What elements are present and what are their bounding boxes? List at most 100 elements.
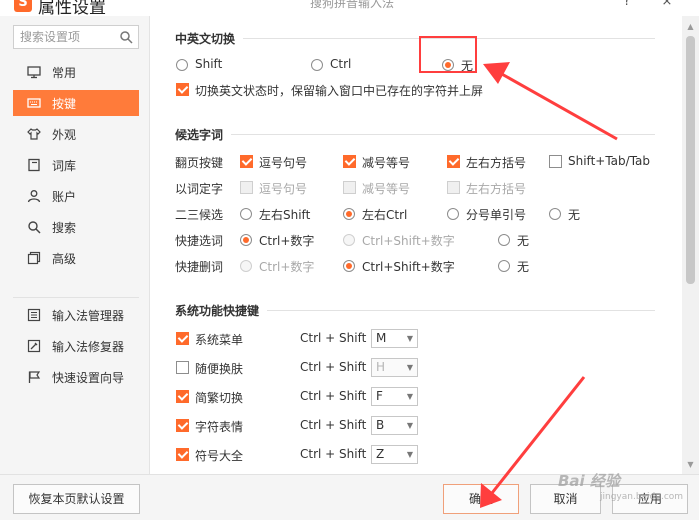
ok-button[interactable]: 确定 [443,484,519,514]
sidebar-item-common[interactable]: 常用 [13,59,139,85]
checkbox-page-brackets[interactable] [447,155,460,168]
shortcut-key-select[interactable]: F ▼ [371,387,418,406]
radio-quick-delete-ctrl-num[interactable] [240,260,252,272]
manager-icon [27,308,41,322]
row-label-word-select: 以词定字 [175,182,224,196]
settings-panel: 中英文切换 Shift Ctrl 无 切换英文状态时，保留输入窗口中已存在的字符… [151,16,682,474]
vertical-scrollbar[interactable]: ▲ ▼ [682,16,699,474]
shortcut-prefix: Ctrl + Shift + [300,389,381,403]
scroll-thumb[interactable] [686,36,695,284]
sidebar-item-label: 账户 [52,190,77,204]
shortcut-key-value: H [376,360,386,374]
radio-label: Ctrl [330,57,352,71]
radio-quick-delete-none[interactable] [498,260,510,272]
layers-icon [27,251,41,265]
sidebar-item-label: 常用 [52,66,77,80]
checkbox-label: Shift+Tab/Tab [568,154,651,168]
shortcut-key-value: M [376,331,387,345]
sidebar-item-keys[interactable]: 按键 [13,90,139,116]
shortcut-label: 简繁切换 [195,391,244,405]
shortcut-key-select[interactable]: H ▼ [371,358,418,377]
radio-quick-select-none[interactable] [498,234,510,246]
checkbox-shortcut-emoticon[interactable] [176,419,189,432]
shortcut-label: 符号大全 [195,449,244,463]
shortcut-key-value: F [376,389,383,403]
sidebar-item-label: 输入法修复器 [52,340,125,354]
restore-defaults-button[interactable]: 恢复本页默认设置 [13,484,140,514]
search-input[interactable] [14,26,114,48]
shortcut-prefix: Ctrl + Shift + [300,447,381,461]
magnifier-icon [28,221,41,234]
repair-icon [27,339,41,353]
section-title-candidate: 候选字词 [175,126,232,143]
shortcut-key-select[interactable]: M ▼ [371,329,418,348]
radio-quick-select-ctrl-num[interactable] [240,234,252,246]
window-title: 属性设置 [38,0,106,16]
sidebar-item-lexicon[interactable]: 词库 [13,152,139,178]
chevron-down-icon: ▼ [406,421,414,430]
scroll-down-icon[interactable]: ▼ [686,460,695,469]
section-title-switch: 中英文切换 [175,30,244,47]
sidebar-item-label: 词库 [52,159,77,173]
checkbox-label: 左右方括号 [466,156,527,170]
radio-label: Ctrl+数字 [259,234,315,248]
shirt-icon [27,128,41,140]
shortcut-prefix: Ctrl + Shift + [300,360,381,374]
help-button[interactable]: ? [612,0,642,12]
checkbox-page-shift-tab[interactable] [549,155,562,168]
sidebar-item-account[interactable]: 账户 [13,183,139,209]
shortcut-key-select[interactable]: Z ▼ [371,445,418,464]
radio-label: 无 [568,208,581,222]
checkbox-shortcut-symbols[interactable] [176,448,189,461]
checkbox-page-minus-equal[interactable] [343,155,356,168]
sidebar-item-search[interactable]: 搜索 [13,214,139,240]
search-box [13,25,139,49]
radio-candidate-none[interactable] [549,208,561,220]
radio-candidate-ctrl[interactable] [343,208,355,220]
row-label-second-third: 二三候选 [175,208,224,222]
checkbox-label: 减号等号 [362,156,411,170]
flag-icon [28,371,41,383]
radio-candidate-shift[interactable] [240,208,252,220]
sidebar-item-advanced[interactable]: 高级 [13,245,139,271]
close-button[interactable]: × [652,0,682,12]
radio-switch-ctrl[interactable] [311,59,323,71]
radio-quick-delete-ctrl-shift-num[interactable] [343,260,355,272]
checkbox-label: 逗号句号 [259,156,308,170]
search-icon[interactable] [119,30,133,44]
scroll-up-icon[interactable]: ▲ [686,22,695,31]
checkbox-word-brackets[interactable] [447,181,460,194]
row-label-page-keys: 翻页按键 [175,156,224,170]
chevron-down-icon: ▼ [406,450,414,459]
checkbox-word-comma-period[interactable] [240,181,253,194]
shortcut-key-select[interactable]: B ▼ [371,416,418,435]
radio-label: 无 [517,234,530,248]
sidebar-item-setup-wizard[interactable]: 快速设置向导 [13,364,139,390]
radio-label: 左右Shift [259,208,311,222]
section-title-shortcuts: 系统功能快捷键 [175,302,268,319]
checkbox-shortcut-trad-simp[interactable] [176,390,189,403]
checkbox-page-comma-period[interactable] [240,155,253,168]
sidebar-item-ime-manager[interactable]: 输入法管理器 [13,302,139,328]
radio-label: Shift [195,57,223,71]
shortcut-key-value: B [376,418,385,432]
radio-label: 无 [517,260,530,274]
sidebar-item-label: 搜索 [52,221,77,235]
chevron-down-icon: ▼ [406,334,414,343]
sidebar-item-ime-repair[interactable]: 输入法修复器 [13,333,139,359]
sidebar-item-appearance[interactable]: 外观 [13,121,139,147]
checkbox-keep-text[interactable] [176,83,189,96]
radio-label: Ctrl+Shift+数字 [362,234,455,248]
sidebar-item-label: 高级 [52,252,77,266]
title-bar: S 属性设置 搜狗拼音输入法 ? × [0,0,699,16]
radio-quick-select-ctrl-shift-num[interactable] [343,234,355,246]
radio-switch-shift[interactable] [176,59,188,71]
checkbox-word-minus-equal[interactable] [343,181,356,194]
radio-candidate-semicolon[interactable] [447,208,459,220]
checkbox-shortcut-menu[interactable] [176,332,189,345]
keyboard-icon [27,98,41,108]
checkbox-shortcut-skin[interactable] [176,361,189,374]
radio-label: 分号单引号 [466,208,527,222]
section-divider [175,38,655,39]
shortcut-label: 字符表情 [195,420,244,434]
